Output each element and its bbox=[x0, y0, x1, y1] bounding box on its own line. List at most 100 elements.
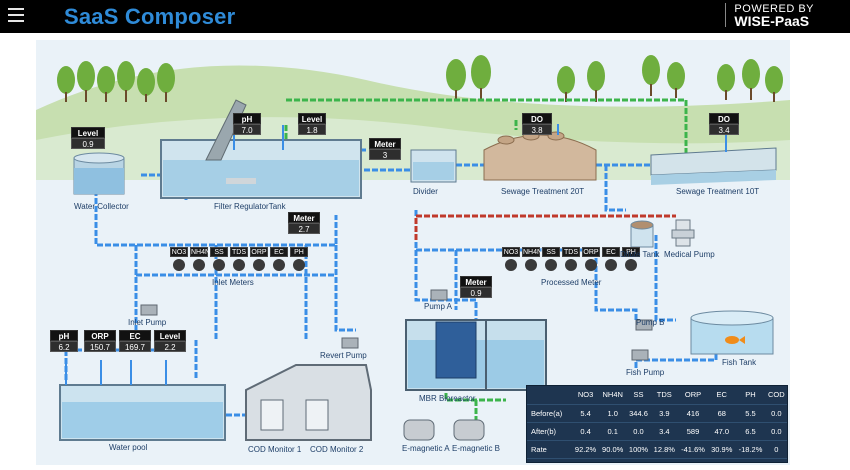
sewage-10t-label: Sewage Treatment 10T bbox=[676, 187, 760, 196]
pump-a-label: Pump A bbox=[424, 302, 453, 311]
meter-mid-value: 2.7 bbox=[288, 223, 320, 234]
pool-ec-label: EC bbox=[119, 330, 151, 341]
brand-logo: POWERED BY WISE-PaaS bbox=[725, 3, 814, 28]
inlet-meter-header: TDS bbox=[230, 247, 248, 257]
table-cell: 3.4 bbox=[650, 422, 678, 441]
do-10t-label: DO bbox=[709, 113, 739, 124]
table-cell: 589 bbox=[677, 422, 709, 441]
cod-monitor-shed bbox=[245, 364, 372, 441]
table-header-row: NO3 NH4N SS TDS ORP EC PH COD bbox=[527, 386, 787, 405]
inlet-meter-header: SS bbox=[210, 247, 228, 257]
inlet-meter-header: ORP bbox=[250, 247, 268, 257]
table-cell: 30.9% bbox=[708, 440, 736, 459]
table-row-label: Rate bbox=[527, 440, 572, 459]
inlet-pump-label: Inlet Pump bbox=[128, 318, 167, 327]
processed-meter-header: TDS bbox=[562, 247, 580, 257]
inlet-meter-gauges bbox=[173, 259, 305, 271]
water-collector-tank bbox=[73, 152, 125, 195]
table-cell: 344.6 bbox=[626, 404, 651, 423]
tree-group-right bbox=[446, 55, 783, 94]
meter-pump-value: 0.9 bbox=[460, 287, 492, 298]
processed-meter-header: ORP bbox=[582, 247, 600, 257]
table-cell: 5.5 bbox=[735, 404, 766, 423]
table-row: Before(a) 5.4 1.0 344.6 3.9 416 68 5.5 0… bbox=[527, 404, 787, 423]
pump-b-label: Pump B bbox=[636, 318, 665, 327]
fish-tank bbox=[690, 310, 774, 355]
divider-label: Divider bbox=[413, 187, 438, 196]
table-row: Rate 92.2% 90.0% 100% 12.8% -41.6% 30.9%… bbox=[527, 440, 787, 459]
table-cell: 0.0 bbox=[765, 404, 787, 423]
sewage-20t-label: Sewage Treatment 20T bbox=[501, 187, 585, 196]
table-row-label: After(b) bbox=[527, 422, 572, 441]
mbr-bioreactor-label: MBR Bioreactor bbox=[419, 394, 476, 403]
meter-pump-label: Meter bbox=[460, 276, 492, 287]
filter-regulator-label: Filter RegulatorTank bbox=[214, 202, 286, 211]
meter-top-label: Meter bbox=[369, 138, 401, 149]
collector-level-value: 0.9 bbox=[71, 138, 105, 149]
table-cell: -18.2% bbox=[735, 440, 766, 459]
table-cell: 92.2% bbox=[571, 440, 600, 459]
fish-tank-label: Fish Tank bbox=[722, 358, 757, 367]
dilute-tank-label: Dilute Tank bbox=[620, 250, 660, 259]
table-cell: 0.0 bbox=[626, 422, 651, 441]
table-header-cell bbox=[527, 386, 572, 405]
table-header-cell: SS bbox=[626, 386, 651, 405]
mbr-bioreactor bbox=[405, 319, 547, 391]
pool-level-value: 2.2 bbox=[154, 341, 186, 352]
emagnetic-a-label: E-magnetic A bbox=[402, 444, 450, 453]
water-quality-table: NO3 NH4N SS TDS ORP EC PH COD Before(a) … bbox=[526, 385, 788, 463]
pool-orp-label: ORP bbox=[84, 330, 116, 341]
inlet-meter-header: EC bbox=[270, 247, 288, 257]
table-cell: 0.4 bbox=[571, 422, 600, 441]
table-row-label: Before(a) bbox=[527, 404, 572, 423]
top-bar: SaaS Composer POWERED BY WISE-PaaS bbox=[0, 0, 850, 33]
app-title: SaaS Composer bbox=[64, 4, 236, 29]
menu-icon[interactable] bbox=[8, 8, 24, 22]
table-header-cell: NH4N bbox=[599, 386, 627, 405]
do-20t-value: 3.8 bbox=[522, 124, 552, 135]
table-cell: 68 bbox=[708, 404, 736, 423]
pool-ec-value: 169.7 bbox=[119, 341, 151, 352]
pump-icons bbox=[140, 289, 653, 361]
filter-ph-value: 7.0 bbox=[233, 124, 261, 135]
table-cell: 90.0% bbox=[599, 440, 627, 459]
medical-pump-label: Medical Pump bbox=[664, 250, 715, 259]
table-header-cell: TDS bbox=[650, 386, 678, 405]
pool-ph-label: pH bbox=[50, 330, 78, 341]
inlet-meter-header: NH4N bbox=[190, 247, 211, 257]
table-cell: 12.8% bbox=[650, 440, 678, 459]
divider-tank bbox=[410, 149, 457, 183]
table-header-cell: NO3 bbox=[571, 386, 600, 405]
pool-orp-value: 150.7 bbox=[84, 341, 116, 352]
emagnetic-b-label: E-magnetic B bbox=[452, 444, 501, 453]
do-20t-label: DO bbox=[522, 113, 552, 124]
inlet-meters-label: Inlet Meters bbox=[212, 278, 254, 287]
water-pool bbox=[59, 384, 226, 441]
do-10t-value: 3.4 bbox=[709, 124, 739, 135]
revert-pump-label: Revert Pump bbox=[320, 351, 367, 360]
table-cell: 6.5 bbox=[735, 422, 766, 441]
processed-meter-label: Processed Meter bbox=[541, 278, 602, 287]
table-cell: 416 bbox=[677, 404, 709, 423]
pool-ph-value: 6.2 bbox=[50, 341, 78, 352]
processed-meter-header: SS bbox=[542, 247, 560, 257]
table-cell: 0.0 bbox=[765, 422, 787, 441]
processed-meter-header: EC bbox=[602, 247, 620, 257]
processed-meter-header: NH4N bbox=[522, 247, 543, 257]
pool-level-label: Level bbox=[154, 330, 186, 341]
table-row: After(b) 0.4 0.1 0.0 3.4 589 47.0 6.5 0.… bbox=[527, 422, 787, 441]
table-header-cell: EC bbox=[708, 386, 736, 405]
cod-monitor-2-label: COD Monitor 2 bbox=[310, 445, 364, 454]
table-cell: 3.9 bbox=[650, 404, 678, 423]
collector-level-label: Level bbox=[71, 127, 105, 138]
process-diagram: Level 0.9 pH 7.0 Level 1.8 Meter 3 DO 3.… bbox=[36, 40, 790, 465]
fish-pump-label: Fish Pump bbox=[626, 368, 665, 377]
processed-meter-header: NO3 bbox=[502, 247, 520, 257]
medical-pump bbox=[671, 219, 695, 247]
emagnetic-units bbox=[403, 419, 485, 441]
table-cell: 1.0 bbox=[599, 404, 627, 423]
table-cell: 0.1 bbox=[599, 422, 627, 441]
water-pool-label: Water pool bbox=[109, 443, 148, 452]
table-cell: 5.4 bbox=[571, 404, 600, 423]
table-cell: 0 bbox=[765, 440, 787, 459]
